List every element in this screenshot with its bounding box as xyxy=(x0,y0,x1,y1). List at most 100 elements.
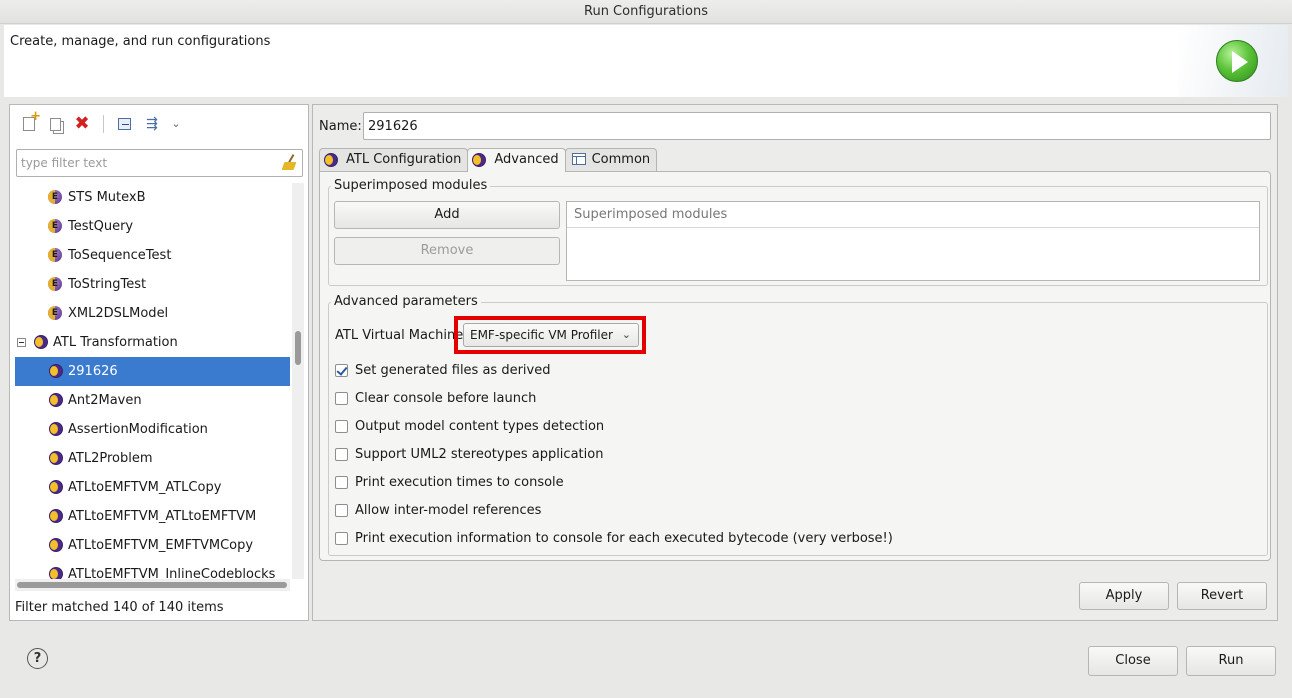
window-title: Run Configurations xyxy=(0,0,1292,24)
tree-item-atltoemftvm-emftvmcopy[interactable]: ATLtoEMFTVM_EMFTVMCopy xyxy=(15,531,290,560)
tree-item-atl2problem[interactable]: ATL2Problem xyxy=(15,444,290,473)
tree-item-tosequencetest[interactable]: E ToSequenceTest xyxy=(15,241,290,270)
tab-common[interactable]: Common xyxy=(564,148,658,171)
clear-filter-icon[interactable] xyxy=(282,154,298,172)
vm-select[interactable]: EMF-specific VM Profiler ⌄ xyxy=(463,323,639,347)
atl-config-icon xyxy=(49,567,63,579)
revert-button[interactable]: Revert xyxy=(1177,582,1267,610)
checkbox-label: Set generated files as derived xyxy=(355,363,551,378)
filter-status: Filter matched 140 of 140 items xyxy=(15,600,224,615)
atl-transformation-icon xyxy=(34,335,48,349)
collapse-toggle-icon[interactable] xyxy=(17,338,26,347)
tree-item-atltoemftvm-inlinecodeblocks[interactable]: ATLtoEMFTVM_InlineCodeblocks xyxy=(15,560,290,579)
chevron-down-icon[interactable]: ⌄ xyxy=(171,115,181,133)
group-title: Superimposed modules xyxy=(331,178,491,193)
tree-horizontal-scrollbar[interactable] xyxy=(15,579,290,591)
tree-item-291626[interactable]: 291626 xyxy=(15,357,290,386)
checkbox-label: Support UML2 stereotypes application xyxy=(355,447,604,462)
chevron-down-icon: ⌄ xyxy=(621,328,631,341)
vm-selected-value: EMF-specific VM Profiler xyxy=(470,328,613,342)
tree-item-sts-mutexb[interactable]: E STS MutexB xyxy=(15,183,290,212)
advanced-parameters-group: Advanced parameters ATL Virtual Machine … xyxy=(328,294,1268,556)
tab-label: ATL Configuration xyxy=(346,152,462,167)
configurations-tree: E STS MutexB E TestQuery E ToSequenceTes… xyxy=(15,183,290,579)
tree-category-atl-transformation[interactable]: ATL Transformation xyxy=(15,328,290,357)
checkbox-label: Print execution times to console xyxy=(355,475,564,490)
collapse-all-icon[interactable] xyxy=(118,118,131,130)
remove-module-button[interactable]: Remove xyxy=(334,237,560,265)
filter-input[interactable] xyxy=(17,150,272,176)
add-module-button[interactable]: Add xyxy=(334,201,560,229)
delete-configuration-icon[interactable]: ✖ xyxy=(73,115,91,133)
run-banner-icon xyxy=(1216,40,1258,82)
tab-label: Common xyxy=(591,152,651,167)
tree-item-label: XML2DSLModel xyxy=(68,306,169,321)
checkbox[interactable] xyxy=(335,532,348,545)
tab-label: Advanced xyxy=(494,152,559,167)
checkbox-label: Print execution information to console f… xyxy=(355,531,893,546)
atl-config-icon xyxy=(49,364,63,378)
table-column-header: Superimposed modules xyxy=(567,202,1259,228)
group-title: Advanced parameters xyxy=(331,294,481,309)
checkbox-label: Clear console before launch xyxy=(355,391,537,406)
tree-item-label: TestQuery xyxy=(68,219,134,234)
filter-configurations-icon[interactable]: ⇶ xyxy=(143,115,161,133)
atl-config-icon xyxy=(49,480,63,494)
help-icon[interactable]: ? xyxy=(27,648,48,669)
checkbox-label: Allow inter-model references xyxy=(355,503,542,518)
tree-item-label: ATLtoEMFTVM_InlineCodeblocks xyxy=(68,567,276,579)
superimposed-modules-group: Superimposed modules Add Remove Superimp… xyxy=(328,178,1268,286)
checkbox[interactable] xyxy=(335,448,348,461)
tree-item-label: STS MutexB xyxy=(68,190,146,205)
tree-item-label: Ant2Maven xyxy=(68,393,142,408)
tab-advanced[interactable]: Advanced xyxy=(467,148,566,172)
tree-vertical-scrollbar[interactable] xyxy=(292,183,304,579)
tree-item-xml2dslmodel[interactable]: E XML2DSLModel xyxy=(15,299,290,328)
name-label: Name: xyxy=(319,119,362,134)
checkbox[interactable] xyxy=(335,364,348,377)
header-banner: Create, manage, and run configurations xyxy=(4,25,1288,97)
vertical-scroll-thumb[interactable] xyxy=(295,331,301,365)
superimposed-modules-table[interactable]: Superimposed modules xyxy=(566,201,1260,281)
configurations-toolbar: ✖ ⇶ ⌄ xyxy=(20,109,181,135)
checkbox[interactable] xyxy=(335,476,348,489)
checkbox[interactable] xyxy=(335,392,348,405)
checkbox[interactable] xyxy=(335,504,348,517)
config-tabs: ATL Configuration Advanced Common xyxy=(319,148,658,172)
tree-item-label: ATL Transformation xyxy=(53,335,178,350)
tree-item-label: 291626 xyxy=(68,364,118,379)
tree-item-tostringtest[interactable]: E ToStringTest xyxy=(15,270,290,299)
atl-config-icon xyxy=(49,393,63,407)
name-input[interactable] xyxy=(363,112,1271,140)
atl-config-icon xyxy=(49,538,63,552)
run-button[interactable]: Run xyxy=(1186,646,1276,676)
tree-item-testquery[interactable]: E TestQuery xyxy=(15,212,290,241)
tree-item-label: AssertionModification xyxy=(68,422,208,437)
atl-config-icon xyxy=(49,422,63,436)
vm-label: ATL Virtual Machine xyxy=(335,328,464,343)
common-tab-icon xyxy=(571,153,586,165)
close-button[interactable]: Close xyxy=(1088,646,1178,676)
tree-item-ant2maven[interactable]: Ant2Maven xyxy=(15,386,290,415)
duplicate-configuration-icon[interactable] xyxy=(50,117,61,131)
apply-button[interactable]: Apply xyxy=(1079,582,1169,610)
tab-atl-configuration[interactable]: ATL Configuration xyxy=(319,148,469,171)
tree-item-label: ToStringTest xyxy=(68,277,147,292)
header-description: Create, manage, and run configurations xyxy=(10,34,271,49)
configurations-panel: ✖ ⇶ ⌄ E STS MutexB E TestQuery E ToSeque… xyxy=(9,104,309,621)
configuration-editor: Name: ATL Configuration Advanced Common … xyxy=(312,104,1278,621)
new-configuration-icon[interactable] xyxy=(23,109,41,131)
tree-item-label: ATLtoEMFTVM_EMFTVMCopy xyxy=(68,538,254,553)
tree-item-assertionmodification[interactable]: AssertionModification xyxy=(15,415,290,444)
emftvm-config-icon: E xyxy=(48,190,62,204)
emftvm-config-icon: E xyxy=(48,277,62,291)
emftvm-config-icon: E xyxy=(48,306,62,320)
atl-config-icon xyxy=(49,509,63,523)
checkbox-label: Output model content types detection xyxy=(355,419,605,434)
checkbox[interactable] xyxy=(335,420,348,433)
tree-item-atltoemftvm-atlcopy[interactable]: ATLtoEMFTVM_ATLCopy xyxy=(15,473,290,502)
tree-item-label: ATLtoEMFTVM_ATLtoEMFTVM xyxy=(68,509,257,524)
atl-config-icon xyxy=(49,451,63,465)
horizontal-scroll-thumb[interactable] xyxy=(17,582,287,588)
tree-item-atltoemftvm-atltoemftvm[interactable]: ATLtoEMFTVM_ATLtoEMFTVM xyxy=(15,502,290,531)
